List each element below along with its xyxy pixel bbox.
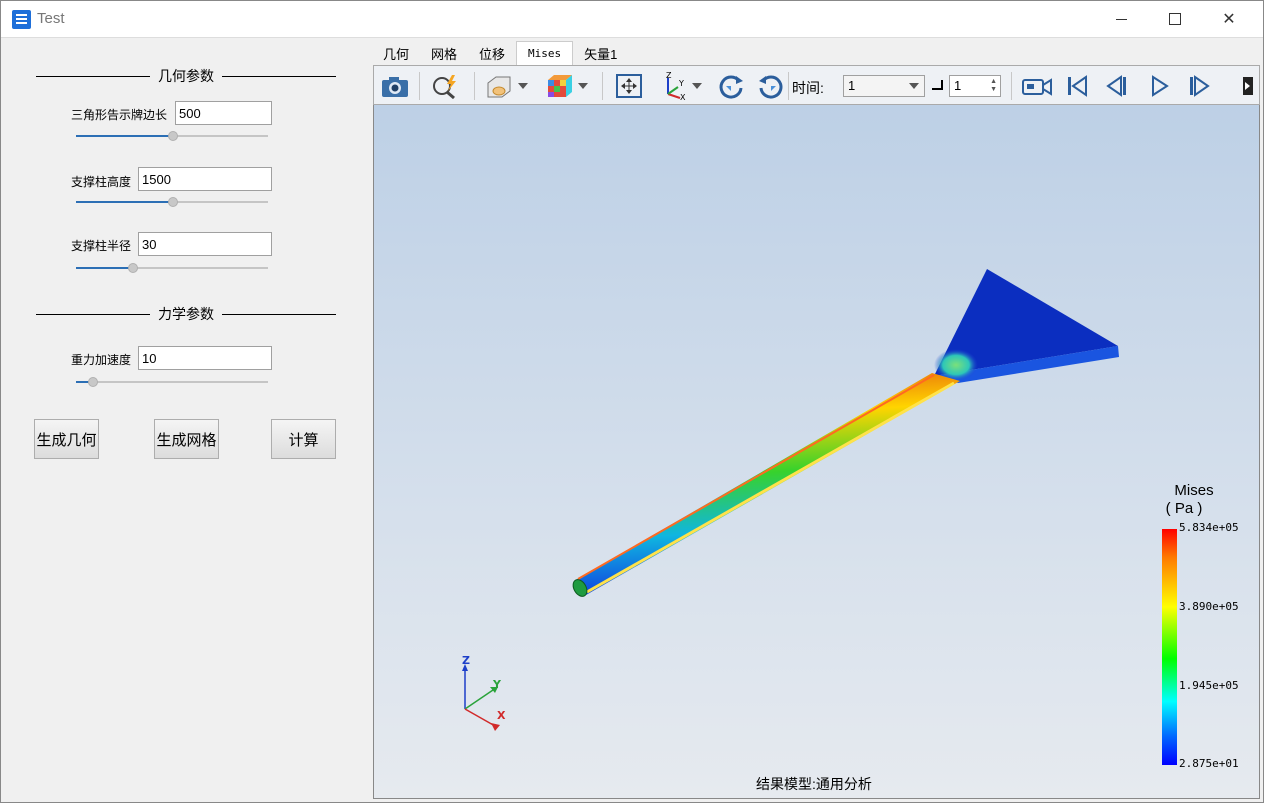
generate-geometry-button[interactable]: 生成几何 [34,419,99,459]
column-height-input[interactable] [138,167,272,191]
prev-frame-icon [1106,75,1126,97]
tab-vector1[interactable]: 矢量1 [573,41,628,65]
3d-viewport[interactable]: Z Y X Mises ( Pa ) 5.834e+05 3.890e+05 1… [373,105,1260,799]
result-model-status: 结果模型:通用分析 [756,776,872,792]
color-legend-bar [1162,529,1177,765]
window-title: Test [37,10,65,27]
geometry-section-header: 几何参数 [36,66,336,86]
parameter-panel: 几何参数 三角形告示牌边长 支撑柱高度 支撑柱半径 力学参数 重力加速度 生成几… [1,39,371,803]
more-icon [1243,77,1253,95]
minimize-button[interactable] [1098,1,1144,37]
step-check-icon [932,80,943,90]
result-tabs: 几何 网格 位移 Mises 矢量1 [372,41,628,65]
x-axis-arrow [491,723,500,731]
camera-icon [382,77,408,97]
maximize-button[interactable] [1152,1,1198,37]
support-column [574,373,960,595]
play-button[interactable] [1144,71,1174,101]
axes-view-icon: ZYX [666,72,686,100]
generate-mesh-button[interactable]: 生成网格 [154,419,219,459]
gravity-input[interactable] [138,346,272,370]
tab-geometry[interactable]: 几何 [372,41,420,65]
axes-view-button[interactable]: ZYX [656,71,706,101]
play-icon [1152,75,1169,97]
legend-tick-max: 5.834e+05 [1179,521,1239,534]
rotate-ccw-icon [759,75,783,99]
time-label: 时间: [792,80,824,96]
compute-button[interactable]: 计算 [271,419,336,459]
column-height-label: 支撑柱高度 [71,175,132,189]
viewer-toolbar: ZYX 时间: 1 1 ▲ ▼ [373,65,1260,105]
app-window: Test ✕ 几何参数 三角形告示牌边长 支撑柱高度 支撑柱半径 力学参数 [0,0,1264,803]
first-frame-icon [1068,75,1087,97]
column-height-slider[interactable] [76,196,268,208]
next-frame-button[interactable] [1184,71,1214,101]
svg-text:Y: Y [678,79,684,88]
display-style-icon [487,76,511,98]
fit-view-button[interactable] [612,71,646,101]
title-bar: Test ✕ [1,1,1263,38]
column-highlight [577,374,935,580]
tab-mesh[interactable]: 网格 [420,41,468,65]
rotate-cw-button[interactable] [714,71,748,101]
rotate-cw-icon [719,75,743,99]
rotate-ccw-button[interactable] [754,71,788,101]
legend-tick-lower: 1.945e+05 [1179,679,1239,692]
minimize-icon [1115,18,1127,20]
spin-arrows-icon[interactable]: ▲ ▼ [990,78,997,94]
mechanics-section-title: 力学参数 [158,306,214,322]
mechanics-section-header: 力学参数 [36,304,336,324]
fea-model-render: Z Y X [462,269,1119,731]
sign-edge-length-slider[interactable] [76,130,268,142]
column-radius-input[interactable] [138,232,272,256]
y-axis-label: Y [492,678,502,691]
svg-text:X: X [680,93,686,100]
svg-text:Z: Z [666,72,672,80]
close-button[interactable]: ✕ [1206,1,1252,37]
legend-unit: ( Pa ) [1165,500,1203,517]
close-icon: ✕ [1222,11,1236,28]
geometry-section-title: 几何参数 [158,68,214,84]
maximize-icon [1169,13,1181,25]
column-radius-label: 支撑柱半径 [71,239,132,253]
gravity-slider[interactable] [76,376,268,388]
toolbar-more-button[interactable] [1240,71,1256,101]
x-axis-line [464,708,496,727]
first-frame-button[interactable] [1062,71,1092,101]
color-map-button[interactable] [540,71,592,101]
x-axis-label: X [497,709,506,722]
z-axis-label: Z [462,654,470,667]
sign-edge-length-label: 三角形告示牌边长 [71,108,168,122]
legend-tick-min: 2.875e+01 [1179,757,1239,770]
time-select[interactable]: 1 [843,75,925,97]
chevron-down-icon [909,83,919,89]
sign-edge-length-input[interactable] [175,101,272,125]
legend-title: Mises [1174,482,1214,499]
next-frame-icon [1190,75,1210,97]
tab-displacement[interactable]: 位移 [468,41,516,65]
zoom-fit-button[interactable] [428,71,462,101]
column-radius-slider[interactable] [76,262,268,274]
record-video-icon [1022,78,1052,96]
gravity-label: 重力加速度 [71,353,132,367]
app-logo-icon [12,10,31,29]
y-axis-line [464,689,494,710]
time-select-value: 1 [848,78,856,93]
tab-mises[interactable]: Mises [516,41,574,65]
column-midline [586,381,955,594]
frame-step-value: 1 [954,78,962,93]
color-cube-icon [548,75,572,97]
frame-step-spinbox[interactable]: 1 ▲ ▼ [949,75,1001,97]
record-video-button[interactable] [1018,71,1056,101]
legend-tick-upper: 3.890e+05 [1179,600,1239,613]
display-style-button[interactable] [482,71,530,101]
prev-frame-button[interactable] [1102,71,1132,101]
zoom-fit-icon [433,75,456,99]
screenshot-button[interactable] [378,71,412,101]
fit-view-icon [616,74,642,98]
